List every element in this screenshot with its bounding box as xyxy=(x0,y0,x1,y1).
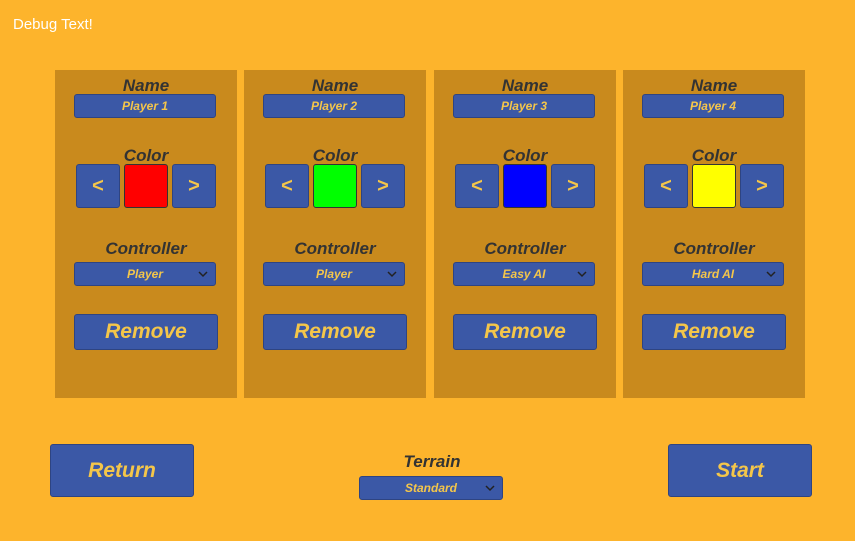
remove-button[interactable]: Remove xyxy=(642,314,786,350)
player-panel-2: Name Player 2 Color < > Controller Playe… xyxy=(244,70,426,398)
color-next-button[interactable]: > xyxy=(740,164,784,208)
player-panel-3: Name Player 3 Color < > Controller Easy … xyxy=(434,70,616,398)
controller-select[interactable]: Hard AI xyxy=(642,262,784,286)
color-label: Color xyxy=(123,146,169,165)
name-label: Name xyxy=(122,76,170,95)
controller-select[interactable]: Easy AI xyxy=(453,262,595,286)
terrain-value: Standard xyxy=(404,481,457,495)
color-swatch xyxy=(313,164,357,208)
chevron-down-icon xyxy=(577,271,587,278)
color-label: Color xyxy=(502,146,548,165)
controller-label: Controller xyxy=(673,239,755,258)
color-label: Color xyxy=(691,146,737,165)
name-label: Name xyxy=(690,76,738,95)
color-prev-button[interactable]: < xyxy=(644,164,688,208)
player-panel-4: Name Player 4 Color < > Controller Hard … xyxy=(623,70,805,398)
controller-label: Controller xyxy=(105,239,187,258)
player-name-input[interactable]: Player 1 xyxy=(74,94,216,118)
color-next-button[interactable]: > xyxy=(361,164,405,208)
name-label: Name xyxy=(311,76,359,95)
remove-button[interactable]: Remove xyxy=(453,314,597,350)
remove-button[interactable]: Remove xyxy=(74,314,218,350)
controller-value: Player xyxy=(126,267,164,281)
remove-button[interactable]: Remove xyxy=(263,314,407,350)
name-label: Name xyxy=(501,76,549,95)
return-button[interactable]: Return xyxy=(50,444,194,497)
player-name-input[interactable]: Player 4 xyxy=(642,94,784,118)
controller-label: Controller xyxy=(294,239,376,258)
terrain-label: Terrain xyxy=(403,452,461,471)
chevron-down-icon xyxy=(766,271,776,278)
color-prev-button[interactable]: < xyxy=(76,164,120,208)
controller-value: Player xyxy=(315,267,353,281)
debug-text: Debug Text! xyxy=(13,16,93,33)
color-prev-button[interactable]: < xyxy=(265,164,309,208)
color-next-button[interactable]: > xyxy=(172,164,216,208)
terrain-select[interactable]: Standard xyxy=(359,476,503,500)
controller-value: Hard AI xyxy=(691,267,735,281)
color-swatch xyxy=(124,164,168,208)
chevron-down-icon xyxy=(198,271,208,278)
chevron-down-icon xyxy=(485,485,495,492)
color-label: Color xyxy=(312,146,358,165)
player-name-input[interactable]: Player 2 xyxy=(263,94,405,118)
color-prev-button[interactable]: < xyxy=(455,164,499,208)
controller-label: Controller xyxy=(484,239,566,258)
color-swatch xyxy=(503,164,547,208)
controller-select[interactable]: Player xyxy=(74,262,216,286)
color-next-button[interactable]: > xyxy=(551,164,595,208)
player-panel-1: Name Player 1 Color < > Controller Playe… xyxy=(55,70,237,398)
color-swatch xyxy=(692,164,736,208)
controller-select[interactable]: Player xyxy=(263,262,405,286)
start-button[interactable]: Start xyxy=(668,444,812,497)
player-name-input[interactable]: Player 3 xyxy=(453,94,595,118)
controller-value: Easy AI xyxy=(502,267,546,281)
chevron-down-icon xyxy=(387,271,397,278)
